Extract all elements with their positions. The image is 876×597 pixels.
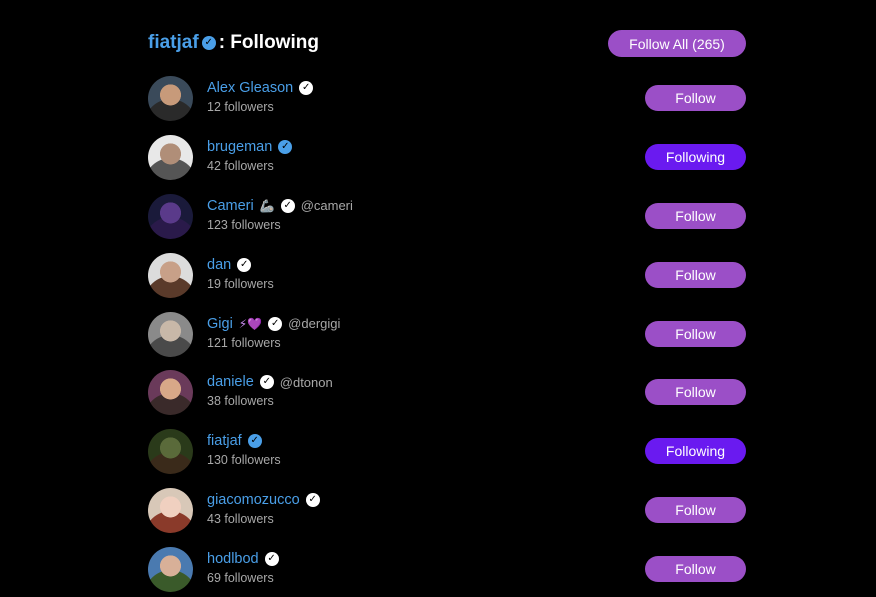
user-name-link[interactable]: giacomozucco <box>207 492 300 508</box>
follow-button[interactable]: Follow <box>645 556 746 583</box>
user-name-link[interactable]: Gigi <box>207 316 233 332</box>
verified-badge-icon: ✓ <box>237 257 252 272</box>
name-line: brugeman ✓ <box>207 139 293 155</box>
verified-badge-icon: ✓ <box>305 493 320 508</box>
list-item: hodlbod ✓ 69 followers Follow <box>148 545 746 597</box>
user-name-link[interactable]: dan <box>207 257 231 273</box>
verified-badge-icon: ✓ <box>299 81 314 95</box>
verified-badge-icon: ✓ <box>280 198 295 213</box>
user-name-link[interactable]: brugeman <box>207 139 272 155</box>
follow-button[interactable]: Follow <box>645 261 746 288</box>
following-list: Alex Gleason ✓ 12 followers Follow brugeman ✓… <box>148 74 746 597</box>
follow-all-button[interactable]: Follow All (265) <box>608 30 746 57</box>
user-info: daniele ✓ @dtonon 38 followers <box>207 374 333 408</box>
page-header: fiatjaf ✓ : Following Follow All (265) <box>148 30 746 58</box>
user-name-link[interactable]: hodlbod <box>207 551 259 567</box>
follow-button[interactable]: Follow <box>645 379 746 406</box>
name-line: dan ✓ <box>207 257 274 273</box>
user-info: Alex Gleason ✓ 12 followers <box>207 80 314 114</box>
user-name-link[interactable]: fiatjaf <box>207 433 242 449</box>
avatar[interactable] <box>148 134 193 180</box>
follower-count: 121 followers <box>207 335 281 350</box>
list-item: fiatjaf ✓ 130 followers Following <box>148 427 746 486</box>
name-line: fiatjaf ✓ <box>207 433 281 449</box>
name-line: Alex Gleason ✓ <box>207 80 314 96</box>
follower-count: 130 followers <box>207 453 281 468</box>
verified-badge-icon: ✓ <box>201 36 216 50</box>
avatar[interactable] <box>148 193 193 239</box>
name-line: Gigi ⚡💜 ✓ @dergigi <box>207 316 340 332</box>
follow-button[interactable]: Follow <box>645 202 746 229</box>
name-line: giacomozucco ✓ <box>207 492 320 508</box>
user-info: dan ✓ 19 followers <box>207 257 274 291</box>
user-info: hodlbod ✓ 69 followers <box>207 551 279 585</box>
list-item: Cameri 🦾 ✓ @cameri 123 followers Follow <box>148 192 746 251</box>
avatar[interactable] <box>148 370 193 416</box>
user-name-link[interactable]: daniele <box>207 374 254 390</box>
name-emoji: 🦾 <box>259 198 275 213</box>
user-info: giacomozucco ✓ 43 followers <box>207 492 320 526</box>
user-info: brugeman ✓ 42 followers <box>207 139 293 173</box>
user-info: Cameri 🦾 ✓ @cameri 123 followers <box>207 198 353 232</box>
name-line: daniele ✓ @dtonon <box>207 374 333 390</box>
list-item: daniele ✓ @dtonon 38 followers Follow <box>148 368 746 427</box>
following-page: fiatjaf ✓ : Following Follow All (265) A… <box>0 0 876 597</box>
verified-badge-icon: ✓ <box>278 139 293 154</box>
follow-button[interactable]: Follow <box>645 320 746 347</box>
page-title: fiatjaf ✓ : Following <box>148 32 319 54</box>
user-name-link[interactable]: Cameri <box>207 198 254 214</box>
verified-badge-icon: ✓ <box>268 316 283 331</box>
verified-badge-icon: ✓ <box>264 552 279 567</box>
avatar[interactable] <box>148 311 193 357</box>
list-item: Gigi ⚡💜 ✓ @dergigi 121 followers Follow <box>148 310 746 369</box>
list-item: dan ✓ 19 followers Follow <box>148 251 746 310</box>
follower-count: 38 followers <box>207 394 274 409</box>
verified-badge-icon: ✓ <box>247 434 262 449</box>
list-item: Alex Gleason ✓ 12 followers Follow <box>148 74 746 133</box>
user-handle: @dergigi <box>288 316 341 332</box>
follower-count: 19 followers <box>207 276 274 291</box>
follower-count: 12 followers <box>207 100 274 114</box>
follower-count: 69 followers <box>207 571 274 586</box>
following-button[interactable]: Following <box>645 143 746 170</box>
avatar[interactable] <box>148 76 193 121</box>
avatar[interactable] <box>148 429 193 475</box>
follow-button[interactable]: Follow <box>645 497 746 524</box>
avatar[interactable] <box>148 252 193 298</box>
user-name-link[interactable]: Alex Gleason <box>207 80 293 96</box>
avatar[interactable] <box>148 488 193 534</box>
follower-count: 123 followers <box>207 217 281 232</box>
list-item: brugeman ✓ 42 followers Following <box>148 133 746 192</box>
user-handle: @dtonon <box>279 374 333 390</box>
profile-name-link[interactable]: fiatjaf <box>148 32 199 54</box>
name-line: Cameri 🦾 ✓ @cameri <box>207 198 353 214</box>
user-info: fiatjaf ✓ 130 followers <box>207 433 281 467</box>
user-handle: @cameri <box>300 198 353 214</box>
follower-count: 42 followers <box>207 158 274 173</box>
user-info: Gigi ⚡💜 ✓ @dergigi 121 followers <box>207 316 340 350</box>
name-line: hodlbod ✓ <box>207 551 279 567</box>
list-item: giacomozucco ✓ 43 followers Follow <box>148 486 746 545</box>
avatar[interactable] <box>148 547 193 593</box>
name-emoji: ⚡💜 <box>238 316 263 331</box>
follow-button[interactable]: Follow <box>645 85 746 111</box>
page-title-suffix: : Following <box>218 32 319 53</box>
following-button[interactable]: Following <box>645 438 746 465</box>
verified-badge-icon: ✓ <box>259 375 274 390</box>
follower-count: 43 followers <box>207 512 274 527</box>
